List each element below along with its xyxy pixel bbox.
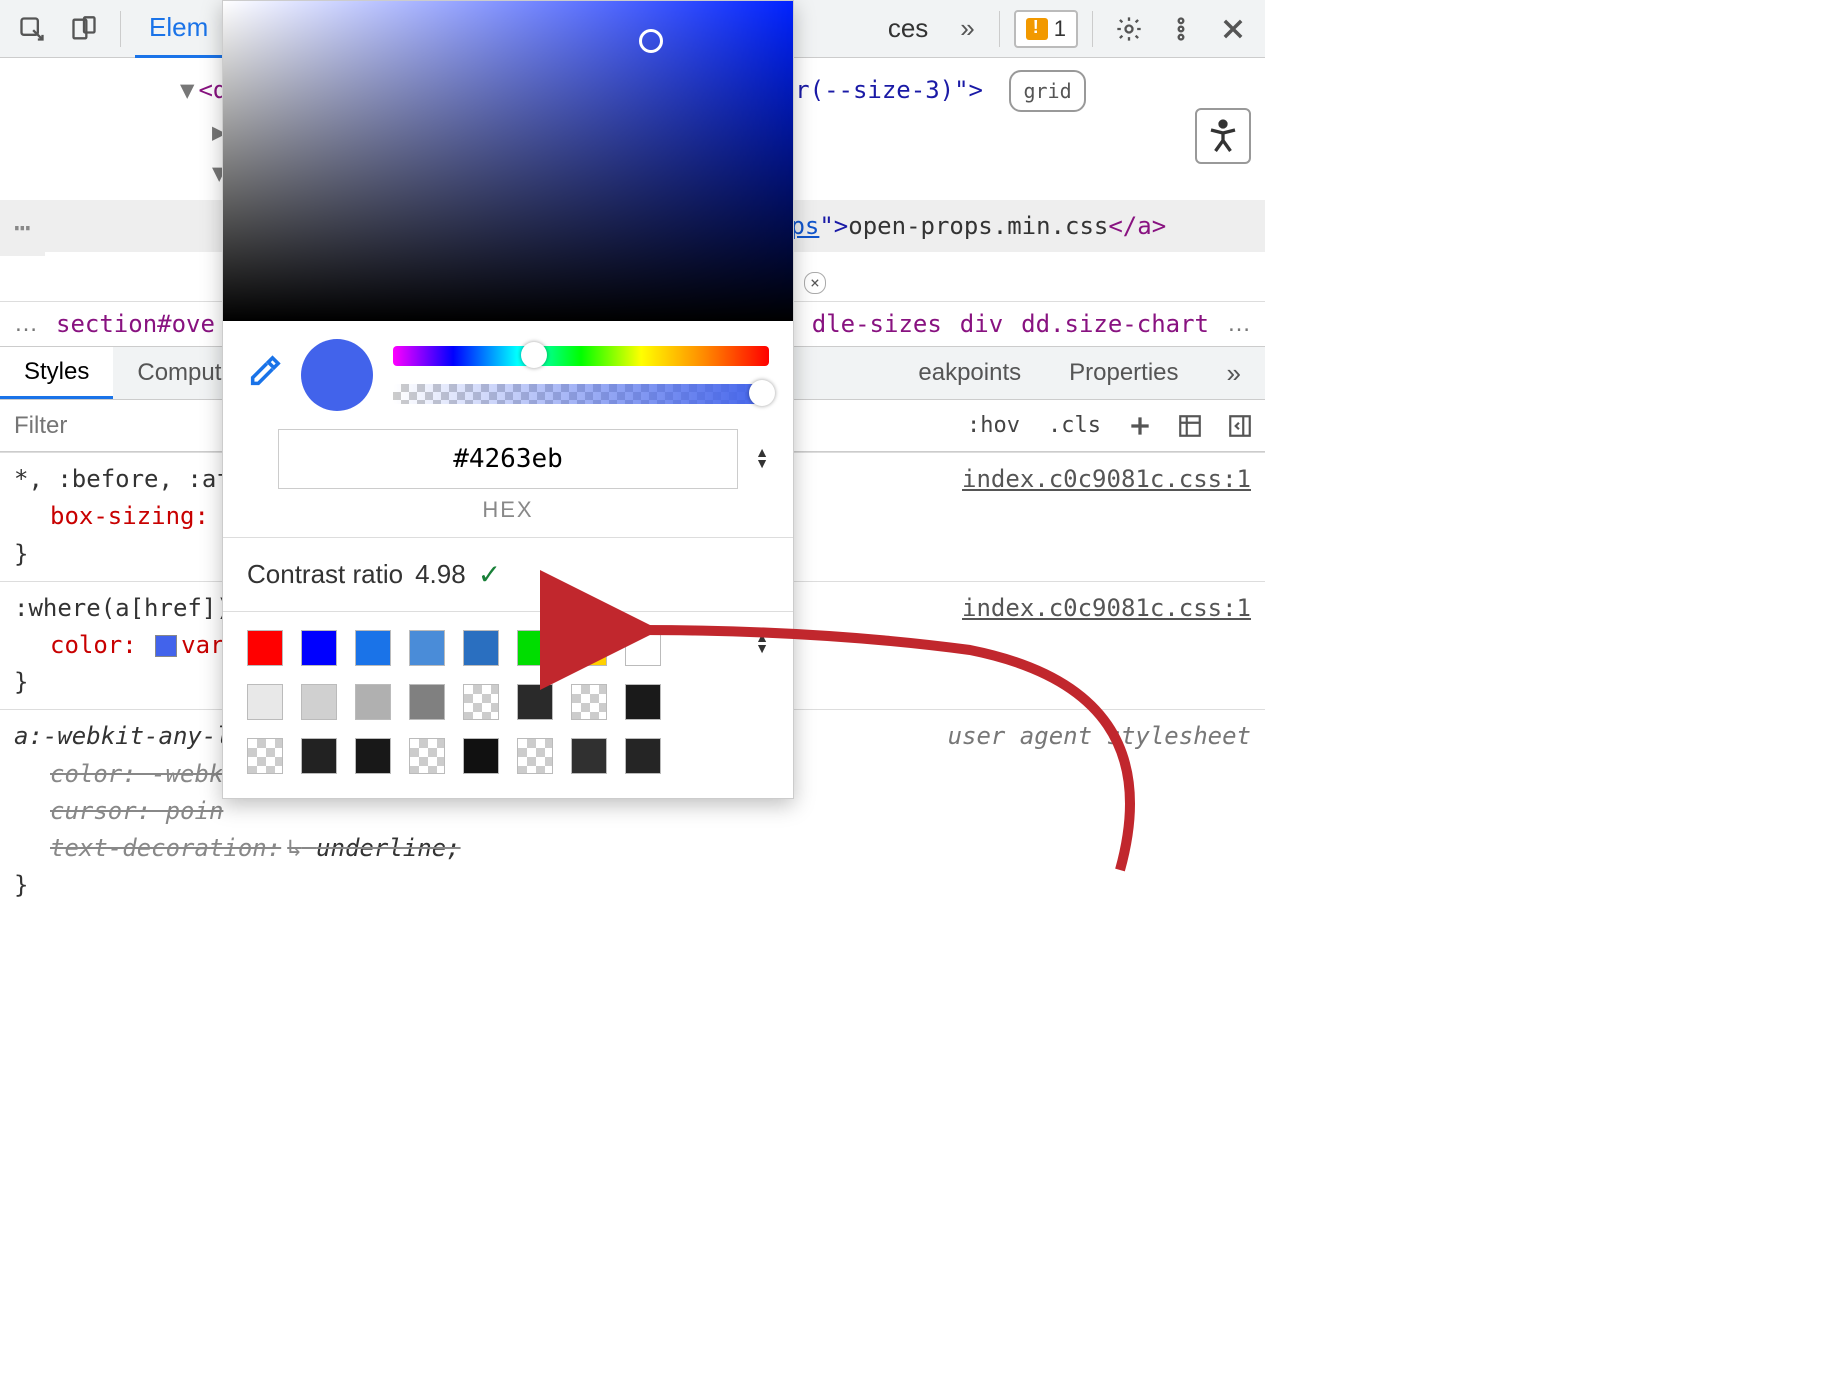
kebab-menu-icon[interactable] xyxy=(1159,7,1203,51)
palette-swatches: ▲▼ xyxy=(223,611,793,798)
close-icon[interactable] xyxy=(1211,7,1255,51)
palette-swatch[interactable] xyxy=(463,684,499,720)
new-rule-plus-icon[interactable] xyxy=(1125,411,1155,441)
arrow-icon: ↳ xyxy=(287,834,301,862)
palette-swatch[interactable] xyxy=(463,738,499,774)
close-tag: </a> xyxy=(1108,212,1166,240)
palette-swatch[interactable] xyxy=(247,684,283,720)
palette-swatch[interactable] xyxy=(301,684,337,720)
palette-swatch[interactable] xyxy=(301,738,337,774)
palette-swatch[interactable] xyxy=(625,630,661,666)
more-tabs-chevrons[interactable]: » xyxy=(950,13,984,44)
accessibility-icon[interactable] xyxy=(1195,108,1251,164)
palette-swatch[interactable] xyxy=(571,630,607,666)
contrast-value: 4.98 xyxy=(415,559,466,590)
alpha-slider[interactable] xyxy=(393,384,769,404)
brace: } xyxy=(14,871,28,899)
close-icon[interactable]: × xyxy=(804,272,826,294)
palette-swatch[interactable] xyxy=(247,738,283,774)
hue-slider[interactable] xyxy=(393,346,769,366)
breadcrumb-ellipsis[interactable]: … xyxy=(14,310,38,338)
issue-count: 1 xyxy=(1054,16,1066,42)
palette-swatch[interactable] xyxy=(247,630,283,666)
current-color-swatch xyxy=(301,339,373,411)
sidebar-toggle-icon[interactable] xyxy=(1225,411,1255,441)
breadcrumb-ellipsis[interactable]: … xyxy=(1227,310,1251,338)
palette-swatch[interactable] xyxy=(517,630,553,666)
breadcrumb-item[interactable]: dle-sizes xyxy=(812,310,942,338)
collapse-toggle-icon[interactable]: ▼ xyxy=(180,76,194,104)
attr-fragment: var(--size-3)"> xyxy=(766,76,983,104)
palette-swatch[interactable] xyxy=(355,684,391,720)
palette-swatch[interactable] xyxy=(355,738,391,774)
breadcrumb-item[interactable]: section#ove xyxy=(56,310,215,338)
brace: } xyxy=(14,668,28,696)
source-label: user agent stylesheet xyxy=(948,718,1251,755)
sv-handle[interactable] xyxy=(639,29,663,53)
inspect-element-icon[interactable] xyxy=(10,7,54,51)
issues-badge[interactable]: 1 xyxy=(1014,10,1078,48)
selector: a:-webkit-any-l xyxy=(14,722,231,750)
toolbar-divider xyxy=(999,11,1000,47)
tree-ellipsis[interactable]: ⋯ xyxy=(0,200,45,256)
checkmark-icon: ✓ xyxy=(478,558,501,591)
subtab-properties[interactable]: Properties xyxy=(1045,347,1202,399)
palette-swatch[interactable] xyxy=(571,738,607,774)
palette-swatch[interactable] xyxy=(625,684,661,720)
alpha-handle[interactable] xyxy=(749,380,775,406)
toolbar-divider xyxy=(120,11,121,47)
palette-swatch[interactable] xyxy=(409,738,445,774)
selector: *, :before, :af xyxy=(14,465,231,493)
more-subtabs-chevrons[interactable]: » xyxy=(1203,347,1265,399)
color-mode-switch-icon[interactable]: ▲▼ xyxy=(755,447,769,469)
subtab-styles[interactable]: Styles xyxy=(0,347,113,399)
hex-input[interactable] xyxy=(278,429,738,489)
cls-toggle[interactable]: .cls xyxy=(1034,413,1115,438)
source-link[interactable]: index.c0c9081c.css:1 xyxy=(962,590,1251,627)
palette-swatch[interactable] xyxy=(571,684,607,720)
toolbar-divider xyxy=(1092,11,1093,47)
palette-swatch[interactable] xyxy=(355,630,391,666)
settings-gear-icon[interactable] xyxy=(1107,7,1151,51)
selector: :where(a[href]) xyxy=(14,594,231,622)
grid-badge[interactable]: grid xyxy=(1009,70,1085,112)
hue-handle[interactable] xyxy=(521,342,547,368)
contrast-label: Contrast ratio xyxy=(247,559,403,590)
css-property[interactable]: text-decoration:↳ underline; xyxy=(50,830,1251,867)
color-swatch[interactable] xyxy=(155,635,177,657)
breadcrumb-item[interactable]: div xyxy=(960,310,1003,338)
subtab-breakpoints[interactable]: eakpoints xyxy=(894,347,1045,399)
breadcrumb-item[interactable]: dd.size-chart xyxy=(1021,310,1209,338)
palette-swatch[interactable] xyxy=(517,738,553,774)
color-mode-label: HEX xyxy=(482,497,533,523)
eyedropper-icon[interactable] xyxy=(247,355,281,395)
saturation-value-area[interactable] xyxy=(223,1,793,321)
source-link[interactable]: index.c0c9081c.css:1 xyxy=(962,461,1251,498)
palette-swatch[interactable] xyxy=(301,630,337,666)
contrast-row[interactable]: Contrast ratio 4.98 ✓ xyxy=(223,537,793,611)
hov-toggle[interactable]: :hov xyxy=(953,413,1034,438)
tab-elements[interactable]: Elem xyxy=(135,12,222,58)
tab-partial[interactable]: ces xyxy=(874,13,942,44)
palette-swatch[interactable] xyxy=(463,630,499,666)
text-node: open-props.min.css xyxy=(848,212,1108,240)
warning-icon xyxy=(1026,18,1048,40)
palette-switch-icon[interactable]: ▲▼ xyxy=(755,632,769,654)
brace: } xyxy=(14,540,28,568)
palette-swatch[interactable] xyxy=(409,684,445,720)
device-toggle-icon[interactable] xyxy=(62,7,106,51)
palette-swatch[interactable] xyxy=(517,684,553,720)
computed-panel-icon[interactable] xyxy=(1175,411,1205,441)
color-picker-popover: HEX ▲▼ Contrast ratio 4.98 ✓ ▲▼ xyxy=(222,0,794,799)
palette-swatch[interactable] xyxy=(409,630,445,666)
palette-swatch[interactable] xyxy=(625,738,661,774)
